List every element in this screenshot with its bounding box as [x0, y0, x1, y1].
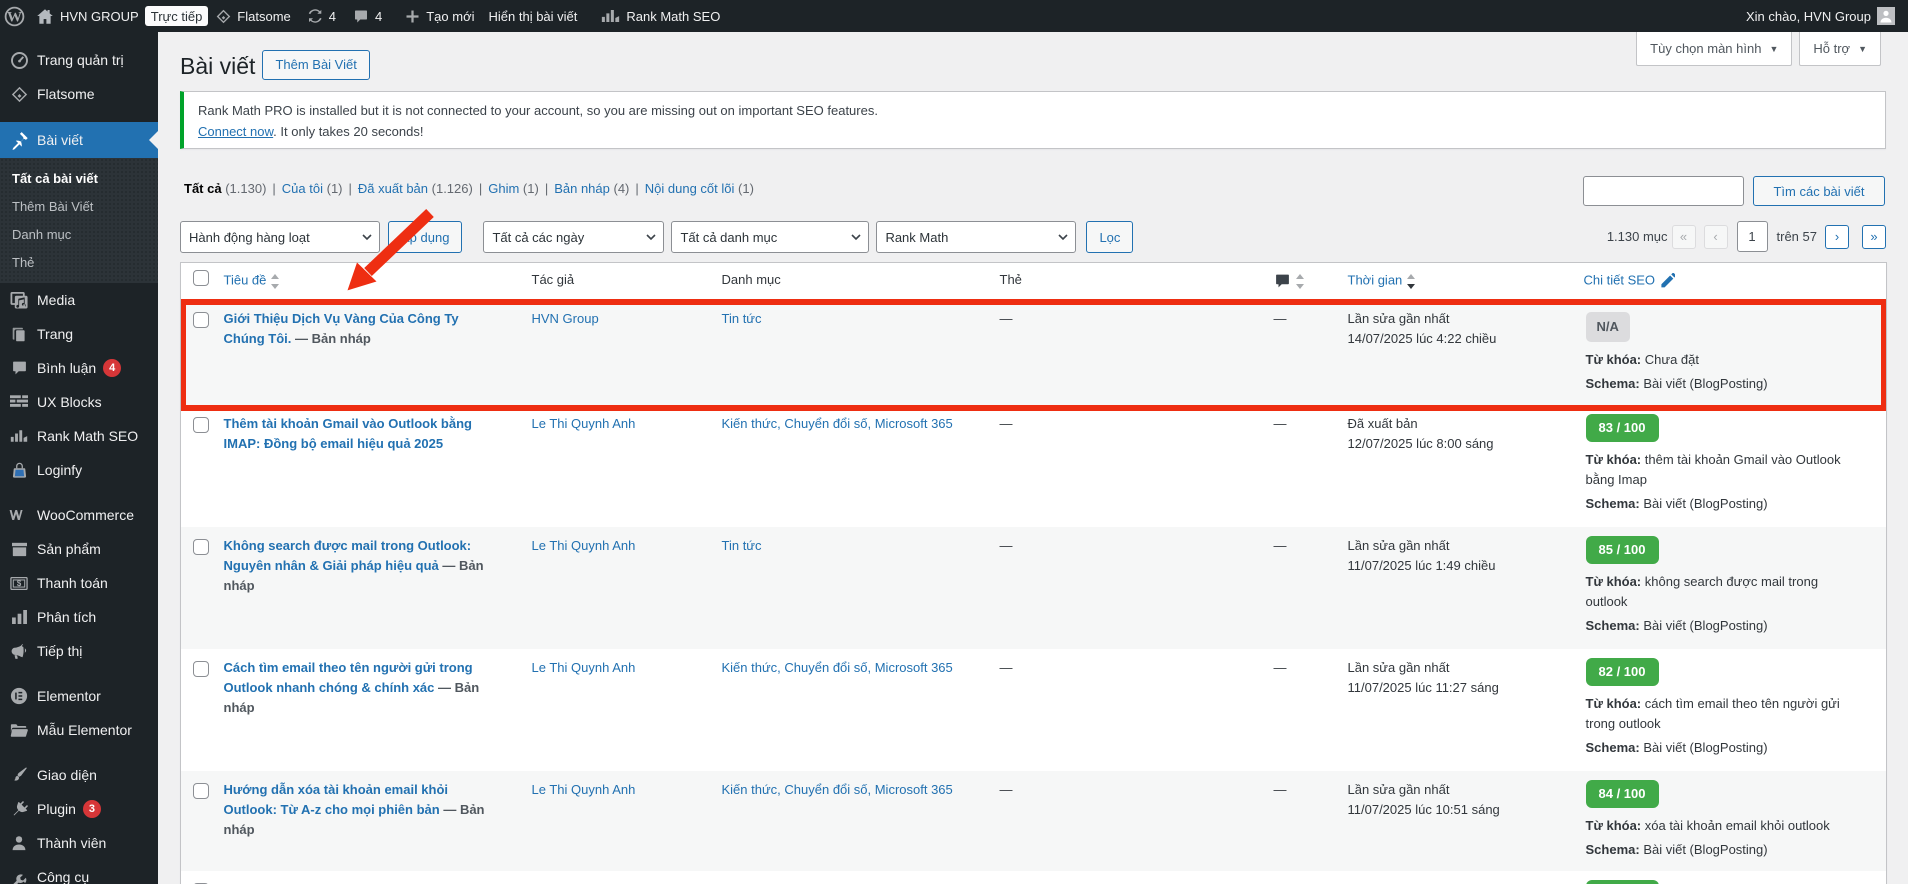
svg-text:$: $: [17, 578, 22, 587]
svg-text:W: W: [7, 9, 22, 25]
